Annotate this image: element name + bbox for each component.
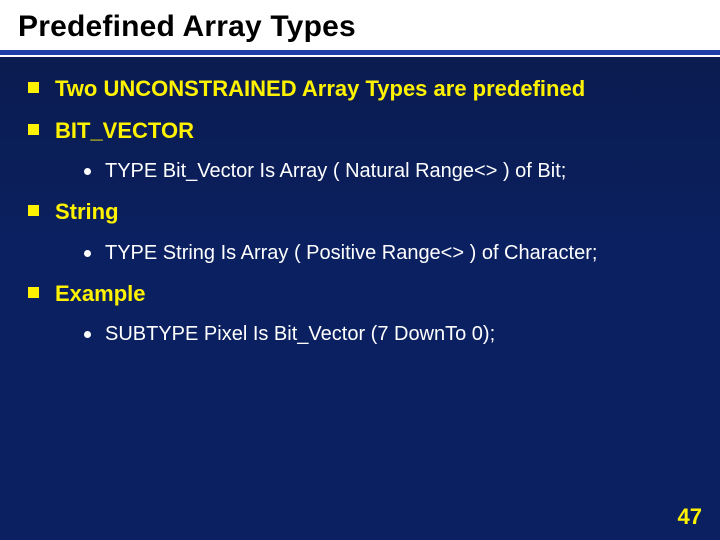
item-text: Two UNCONSTRAINED Array Types are predef… <box>55 75 585 103</box>
title-bar: Predefined Array Types <box>0 0 720 57</box>
sub-list-item: TYPE String Is Array ( Positive Range<> … <box>84 240 692 266</box>
page-number: 47 <box>678 504 702 530</box>
slide: Predefined Array Types Two UNCONSTRAINED… <box>0 0 720 540</box>
square-bullet-icon <box>28 82 39 93</box>
item-text: Example <box>55 280 146 308</box>
sub-item-text: TYPE String Is Array ( Positive Range<> … <box>105 240 597 266</box>
list-item: Two UNCONSTRAINED Array Types are predef… <box>28 75 692 103</box>
title-underline <box>0 50 720 55</box>
sub-item-text: TYPE Bit_Vector Is Array ( Natural Range… <box>105 158 566 184</box>
dot-bullet-icon <box>84 250 91 257</box>
sub-list-item: TYPE Bit_Vector Is Array ( Natural Range… <box>84 158 692 184</box>
item-text: String <box>55 198 119 226</box>
square-bullet-icon <box>28 205 39 216</box>
square-bullet-icon <box>28 124 39 135</box>
square-bullet-icon <box>28 287 39 298</box>
sub-list-item: SUBTYPE Pixel Is Bit_Vector (7 DownTo 0)… <box>84 321 692 347</box>
dot-bullet-icon <box>84 168 91 175</box>
content-area: Two UNCONSTRAINED Array Types are predef… <box>0 57 720 347</box>
item-text: BIT_VECTOR <box>55 117 194 145</box>
slide-title: Predefined Array Types <box>0 0 720 50</box>
list-item: BIT_VECTOR <box>28 117 692 145</box>
list-item: String <box>28 198 692 226</box>
sub-item-text: SUBTYPE Pixel Is Bit_Vector (7 DownTo 0)… <box>105 321 495 347</box>
list-item: Example <box>28 280 692 308</box>
dot-bullet-icon <box>84 331 91 338</box>
